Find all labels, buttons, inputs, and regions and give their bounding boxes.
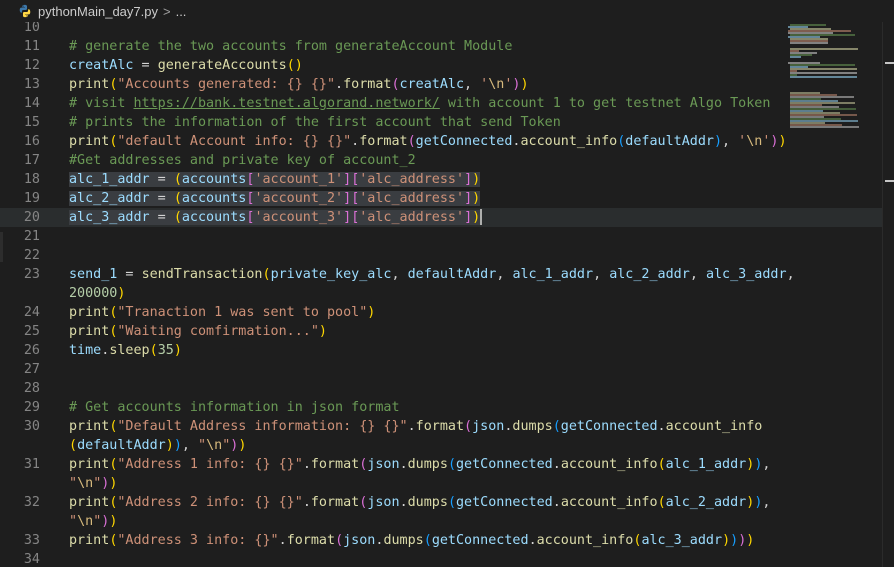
code-line[interactable]: 12 creatAlc = generateAccounts() [0,56,894,75]
code-line[interactable]: "\n")) [0,474,894,493]
code-line[interactable]: 31 print("Address 1 info: {} {}".format(j… [0,455,894,474]
minimap-line [790,76,857,78]
code-text: send_1 = sendTransaction(private_key_alc… [69,267,795,282]
code-text: time.sleep(35) [69,343,182,358]
code-editor[interactable]: 10 11 # generate the two accounts from gen… [0,22,894,567]
breadcrumb-more[interactable]: ... [176,4,187,19]
line-number: 19 [23,191,40,206]
code-line[interactable]: 32 print("Address 2 info: {} {}".format(j… [0,493,894,512]
code-text: print("Default Address information: {} {… [69,419,763,434]
code-line[interactable]: 14 # visit https://bank.testnet.algorand.… [0,94,894,113]
breadcrumb-file[interactable]: pythonMain_day7.py [38,4,158,19]
line-number: 32 [23,495,40,510]
line-number: 28 [23,381,40,396]
code-line[interactable]: 17 #Get addresses and private key of acco… [0,151,894,170]
line-number: 27 [23,362,40,377]
breadcrumb: pythonMain_day7.py > ... [0,0,894,22]
minimap-line [790,126,859,128]
code-line[interactable]: 29 # Get accounts information in json for… [0,398,894,417]
code-line[interactable]: 24 print("Tranaction 1 was sent to pool") [0,303,894,322]
code-text: # generate the two accounts from generat… [69,39,513,54]
code-text: print("default Account info: {} {}".form… [69,134,787,149]
code-text: # prints the information of the first ac… [69,115,561,130]
code-line[interactable]: 27 [0,360,894,379]
code-text: print("Tranaction 1 was sent to pool") [69,305,376,320]
code-line[interactable]: 26 time.sleep(35) [0,341,894,360]
code-text: print("Waiting comfirmation...") [69,324,327,339]
code-text: print("Accounts generated: {} {}".format… [69,77,529,92]
code-line[interactable]: 15 # prints the information of the first … [0,113,894,132]
minimap-line [790,56,801,58]
line-number: 34 [23,552,40,567]
code-line[interactable]: "\n")) [0,512,894,531]
code-text: 200000) [69,286,126,301]
breadcrumb-separator: > [162,3,171,19]
minimap-line [790,72,857,74]
code-line[interactable]: 200000) [0,284,894,303]
code-line[interactable]: 18 alc_1_addr = (accounts['account_1']['a… [0,170,894,189]
code-line[interactable]: 20 alc_3_addr = (accounts['account_3']['a… [0,208,894,227]
code-line[interactable]: 23 send_1 = sendTransaction(private_key_a… [0,265,894,284]
line-number: 33 [23,533,40,548]
code-text: #Get addresses and private key of accoun… [69,153,416,168]
line-number: 16 [23,134,40,149]
code-line[interactable]: 10 [0,22,894,37]
code-text: # Get accounts information in json forma… [69,400,400,415]
code-line[interactable]: 21 [0,227,894,246]
scrollbar-marker [885,180,894,182]
code-line[interactable]: 22 [0,246,894,265]
line-number: 20 [23,210,40,225]
code-text: alc_3_addr = (accounts['account_3']['alc… [69,209,483,225]
line-number: 12 [23,58,40,73]
code-line[interactable]: 25 print("Waiting comfirmation...") [0,322,894,341]
line-number: 17 [23,153,40,168]
line-number: 30 [23,419,40,434]
code-line[interactable]: 30 print("Default Address information: {}… [0,417,894,436]
line-number: 24 [23,305,40,320]
code-text: (defaultAddr)), "\n")) [69,438,247,453]
gutter-marker [0,232,3,262]
line-number: 26 [23,343,40,358]
code-line[interactable]: 19 alc_2_addr = (accounts['account_2']['a… [0,189,894,208]
line-number: 21 [23,229,40,244]
line-number: 18 [23,172,40,187]
code-text: "\n")) [69,514,118,529]
vertical-scrollbar[interactable] [882,22,894,567]
line-number: 14 [23,96,40,111]
line-number: 22 [23,248,40,263]
code-text: alc_1_addr = (accounts['account_1']['alc… [69,172,481,187]
text-caret [480,209,483,225]
minimap[interactable] [786,22,882,567]
line-number: 25 [23,324,40,339]
code-text: # visit https://bank.testnet.algorand.ne… [69,96,771,111]
code-line[interactable]: (defaultAddr)), "\n")) [0,436,894,455]
line-number: 11 [23,39,40,54]
code-line[interactable]: 33 print("Address 3 info: {}".format(json… [0,531,894,550]
code-text: print("Address 3 info: {}".format(json.d… [69,533,755,548]
python-file-icon [19,4,31,18]
line-number: 10 [23,22,40,35]
code-line[interactable]: 28 [0,379,894,398]
line-number: 23 [23,267,40,282]
scrollbar-marker [885,62,894,64]
code-line[interactable]: 34 [0,550,894,567]
code-text: creatAlc = generateAccounts() [69,58,303,73]
line-number: 31 [23,457,40,472]
line-number: 13 [23,77,40,92]
code-text: print("Address 1 info: {} {}".format(jso… [69,457,771,472]
minimap-line [790,42,828,44]
line-number: 29 [23,400,40,415]
code-text: print("Address 2 info: {} {}".format(jso… [69,495,771,510]
code-text: "\n")) [69,476,118,491]
minimap-line [790,48,859,50]
code-text: alc_2_addr = (accounts['account_2']['alc… [69,191,481,206]
code-line[interactable]: 13 print("Accounts generated: {} {}".form… [0,75,894,94]
code-line[interactable]: 11 # generate the two accounts from gener… [0,37,894,56]
minimap-line [790,68,857,70]
code-line[interactable]: 16 print("default Account info: {} {}".fo… [0,132,894,151]
line-number: 15 [23,115,40,130]
